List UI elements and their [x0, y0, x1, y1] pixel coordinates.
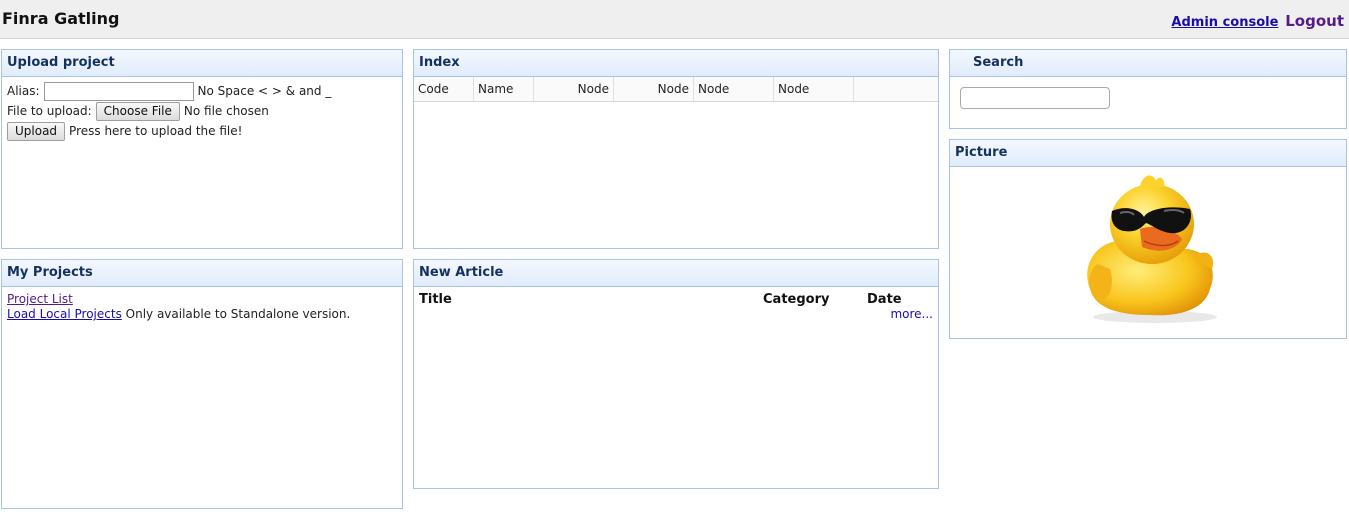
- logout-link[interactable]: Logout: [1285, 12, 1344, 30]
- duck-picture: [1070, 169, 1230, 327]
- article-column-date: Date: [867, 292, 902, 307]
- top-bar: Finra Gatling Admin console Logout: [0, 0, 1349, 39]
- admin-console-link[interactable]: Admin console: [1171, 15, 1278, 30]
- column-header-node-4[interactable]: Node: [774, 77, 854, 101]
- index-title: Index: [414, 50, 938, 77]
- more-articles-link[interactable]: more...: [890, 307, 933, 321]
- load-local-projects-link[interactable]: Load Local Projects: [7, 307, 122, 321]
- picture-title: Picture: [950, 140, 1346, 167]
- article-column-title: Title: [419, 292, 452, 307]
- project-list-link[interactable]: Project List: [7, 292, 73, 306]
- column-header-node-3[interactable]: Node: [694, 77, 774, 101]
- new-article-panel: New Article Title Category Date more...: [413, 259, 939, 489]
- column-header-code[interactable]: Code: [414, 77, 474, 101]
- column-header-name[interactable]: Name: [474, 77, 534, 101]
- load-local-note: Only available to Standalone version.: [125, 307, 351, 321]
- new-article-title: New Article: [414, 260, 938, 287]
- upload-project-panel: Upload project Alias: No Space < > & and…: [1, 49, 403, 249]
- upload-button[interactable]: Upload: [7, 121, 66, 141]
- file-label: File to upload:: [7, 104, 92, 118]
- column-header-node-1[interactable]: Node: [534, 77, 614, 101]
- search-title: Search: [950, 50, 1346, 77]
- search-panel: Search: [949, 49, 1347, 129]
- search-input[interactable]: [960, 87, 1110, 109]
- article-column-headers: Title Category Date: [414, 287, 938, 309]
- upload-project-title: Upload project: [2, 50, 402, 77]
- no-file-chosen-text: No file chosen: [183, 104, 269, 118]
- app-title: Finra Gatling: [2, 9, 120, 28]
- alias-label: Alias:: [7, 84, 40, 98]
- alias-input[interactable]: [43, 81, 194, 101]
- article-column-category: Category: [763, 292, 830, 307]
- choose-file-button[interactable]: Choose File: [95, 101, 180, 121]
- top-links: Admin console Logout: [1171, 12, 1344, 30]
- rubber-duck-image: [1087, 175, 1217, 323]
- my-projects-title: My Projects: [2, 260, 402, 287]
- picture-panel: Picture: [949, 139, 1347, 339]
- upload-hint: Press here to upload the file!: [69, 124, 243, 138]
- index-panel: Index Code Name Node Node Node Node: [413, 49, 939, 249]
- column-header-node-2[interactable]: Node: [614, 77, 694, 101]
- index-grid-header: Code Name Node Node Node Node: [414, 77, 938, 102]
- my-projects-panel: My Projects Project List Load Local Proj…: [1, 259, 403, 509]
- alias-hint: No Space < > & and _: [197, 84, 332, 98]
